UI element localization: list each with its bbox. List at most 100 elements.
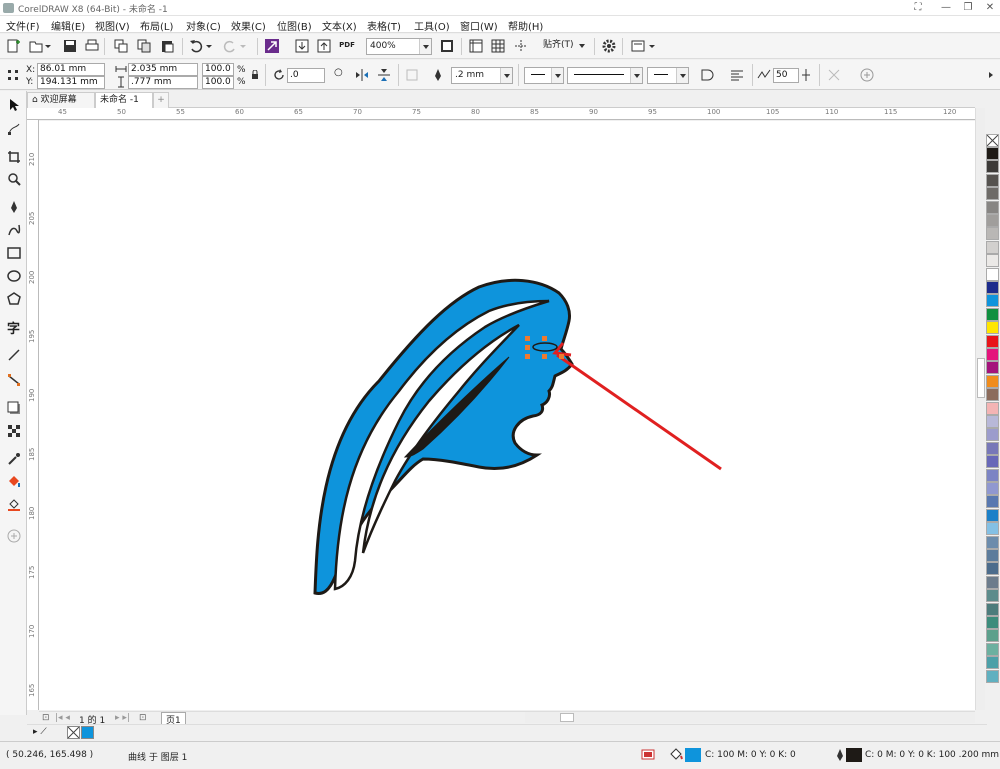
palette-swatch[interactable] (986, 240, 999, 254)
selection-handle-tm[interactable] (542, 336, 547, 341)
palette-swatch[interactable] (986, 361, 999, 375)
color-proof-icon[interactable] (640, 747, 656, 763)
selection-handle-tl[interactable] (525, 336, 530, 341)
parallel-dimension-icon[interactable] (5, 346, 22, 363)
palette-swatch[interactable] (986, 214, 999, 227)
save-icon[interactable] (62, 38, 78, 54)
rotation-angle-field[interactable]: .0 (287, 68, 325, 83)
palette-swatch[interactable] (986, 374, 999, 388)
horizontal-ruler[interactable]: 45 50 55 60 65 70 75 80 85 90 95 100 105 110 115 120 (37, 108, 985, 120)
export-icon[interactable] (316, 38, 332, 54)
application-launcher-icon[interactable] (630, 38, 646, 54)
palette-swatch[interactable] (986, 415, 999, 428)
transparency-icon[interactable] (5, 422, 22, 439)
palette-swatch[interactable] (986, 160, 999, 174)
search-content-icon[interactable] (264, 38, 280, 54)
eye-ellipse[interactable] (532, 342, 558, 352)
palette-swatch[interactable] (986, 307, 999, 321)
scale-y-field[interactable]: 100.0 (202, 76, 234, 89)
add-tool-icon[interactable] (5, 527, 22, 544)
horizontal-scroll-thumb[interactable] (560, 713, 574, 722)
property-bar-expand-icon[interactable] (986, 67, 996, 83)
open-dropdown-icon[interactable] (43, 38, 53, 54)
no-color-swatch[interactable] (67, 726, 80, 739)
options-gear-icon[interactable] (601, 38, 617, 54)
artistic-media-icon[interactable] (5, 221, 22, 238)
cut-icon[interactable] (113, 38, 129, 54)
close-button[interactable]: ✕ (982, 1, 998, 14)
drop-shadow-icon[interactable] (5, 399, 22, 416)
import-icon[interactable] (294, 38, 310, 54)
palette-swatch[interactable] (986, 401, 999, 415)
tab-welcome-screen[interactable]: ⌂ 欢迎屏幕 (27, 92, 95, 108)
palette-swatch[interactable] (986, 348, 999, 361)
palette-swatch[interactable] (986, 656, 999, 670)
ellipse-tool-icon[interactable] (5, 267, 22, 284)
add-toolbar-item-icon[interactable] (859, 67, 875, 83)
palette-swatch[interactable] (986, 281, 999, 294)
menu-file[interactable]: 文件(F) (6, 18, 40, 33)
palette-swatch[interactable] (986, 468, 999, 482)
menu-view[interactable]: 视图(V) (95, 18, 130, 33)
palette-swatch[interactable] (986, 575, 999, 589)
vertical-scroll-thumb[interactable] (977, 358, 985, 398)
x-position-field[interactable]: 86.01 mm (37, 63, 105, 76)
palette-swatch[interactable] (986, 616, 999, 629)
guidelines-icon[interactable] (513, 38, 529, 54)
palette-swatch[interactable] (986, 294, 999, 308)
close-curve-icon[interactable] (699, 67, 715, 83)
palette-swatch[interactable] (986, 200, 999, 214)
palette-swatch[interactable] (986, 428, 999, 442)
lock-ratio-icon[interactable] (249, 67, 261, 83)
palette-swatch[interactable] (986, 669, 999, 683)
launcher-dropdown-icon[interactable] (647, 38, 657, 54)
smoothing-field[interactable]: 50 (773, 68, 799, 83)
palette-swatch[interactable] (986, 321, 999, 335)
end-arrowhead-select[interactable] (647, 67, 689, 84)
selection-handle-bl[interactable] (525, 354, 530, 359)
palette-swatch[interactable] (986, 562, 999, 576)
wrap-text-icon[interactable] (729, 67, 745, 83)
publish-pdf-icon[interactable]: PDF (338, 37, 356, 53)
eyedropper-icon[interactable] (5, 450, 22, 467)
text-tool-icon[interactable]: 字 (5, 319, 22, 337)
print-icon[interactable] (84, 38, 100, 54)
restore-button[interactable]: ❐ (960, 1, 976, 14)
doc-palette-menu-icon[interactable]: ▸ ⟋ (33, 727, 47, 737)
freehand-tool-icon[interactable] (5, 198, 22, 215)
selection-handle-ml[interactable] (525, 345, 530, 350)
copy-icon[interactable] (136, 38, 152, 54)
selection-handle-bm[interactable] (542, 354, 547, 359)
menu-table[interactable]: 表格(T) (367, 18, 401, 33)
palette-swatch[interactable] (986, 642, 999, 656)
palette-swatch[interactable] (986, 482, 999, 495)
interactive-fill-icon[interactable] (5, 473, 22, 490)
outline-width-select[interactable]: .2 mm (451, 67, 513, 84)
menu-bitmaps[interactable]: 位图(B) (277, 18, 312, 33)
palette-swatch[interactable] (986, 629, 999, 643)
menu-tools[interactable]: 工具(O) (414, 18, 450, 33)
paste-icon[interactable] (159, 38, 175, 54)
y-position-field[interactable]: 194.131 mm (37, 76, 105, 89)
width-field[interactable]: 2.035 mm (128, 63, 198, 76)
menu-text[interactable]: 文本(X) (322, 18, 357, 33)
page-first-icon[interactable]: ⊡ (42, 713, 50, 723)
shape-tool-icon[interactable] (5, 120, 22, 137)
smoothing-slider-icon[interactable] (799, 67, 813, 83)
menu-window[interactable]: 窗口(W) (460, 18, 498, 33)
page-prev-icon[interactable]: |◂ ◂ (55, 713, 70, 723)
selection-handle-br[interactable] (559, 354, 564, 359)
palette-swatch[interactable] (986, 388, 999, 402)
tab-document[interactable]: 未命名 -1 (95, 92, 153, 108)
mirror-vertical-icon[interactable] (376, 67, 392, 83)
palette-swatch[interactable] (986, 508, 999, 522)
polygon-tool-icon[interactable] (5, 290, 22, 307)
palette-swatch[interactable] (986, 187, 999, 201)
add-page-icon[interactable]: ⊡ (139, 713, 147, 723)
palette-swatch[interactable] (986, 495, 999, 509)
start-arrowhead-select[interactable] (524, 67, 564, 84)
palette-swatch[interactable] (986, 334, 999, 348)
menu-help[interactable]: 帮助(H) (508, 18, 543, 33)
height-field[interactable]: .777 mm (128, 76, 198, 89)
rulers-icon[interactable] (468, 38, 484, 54)
